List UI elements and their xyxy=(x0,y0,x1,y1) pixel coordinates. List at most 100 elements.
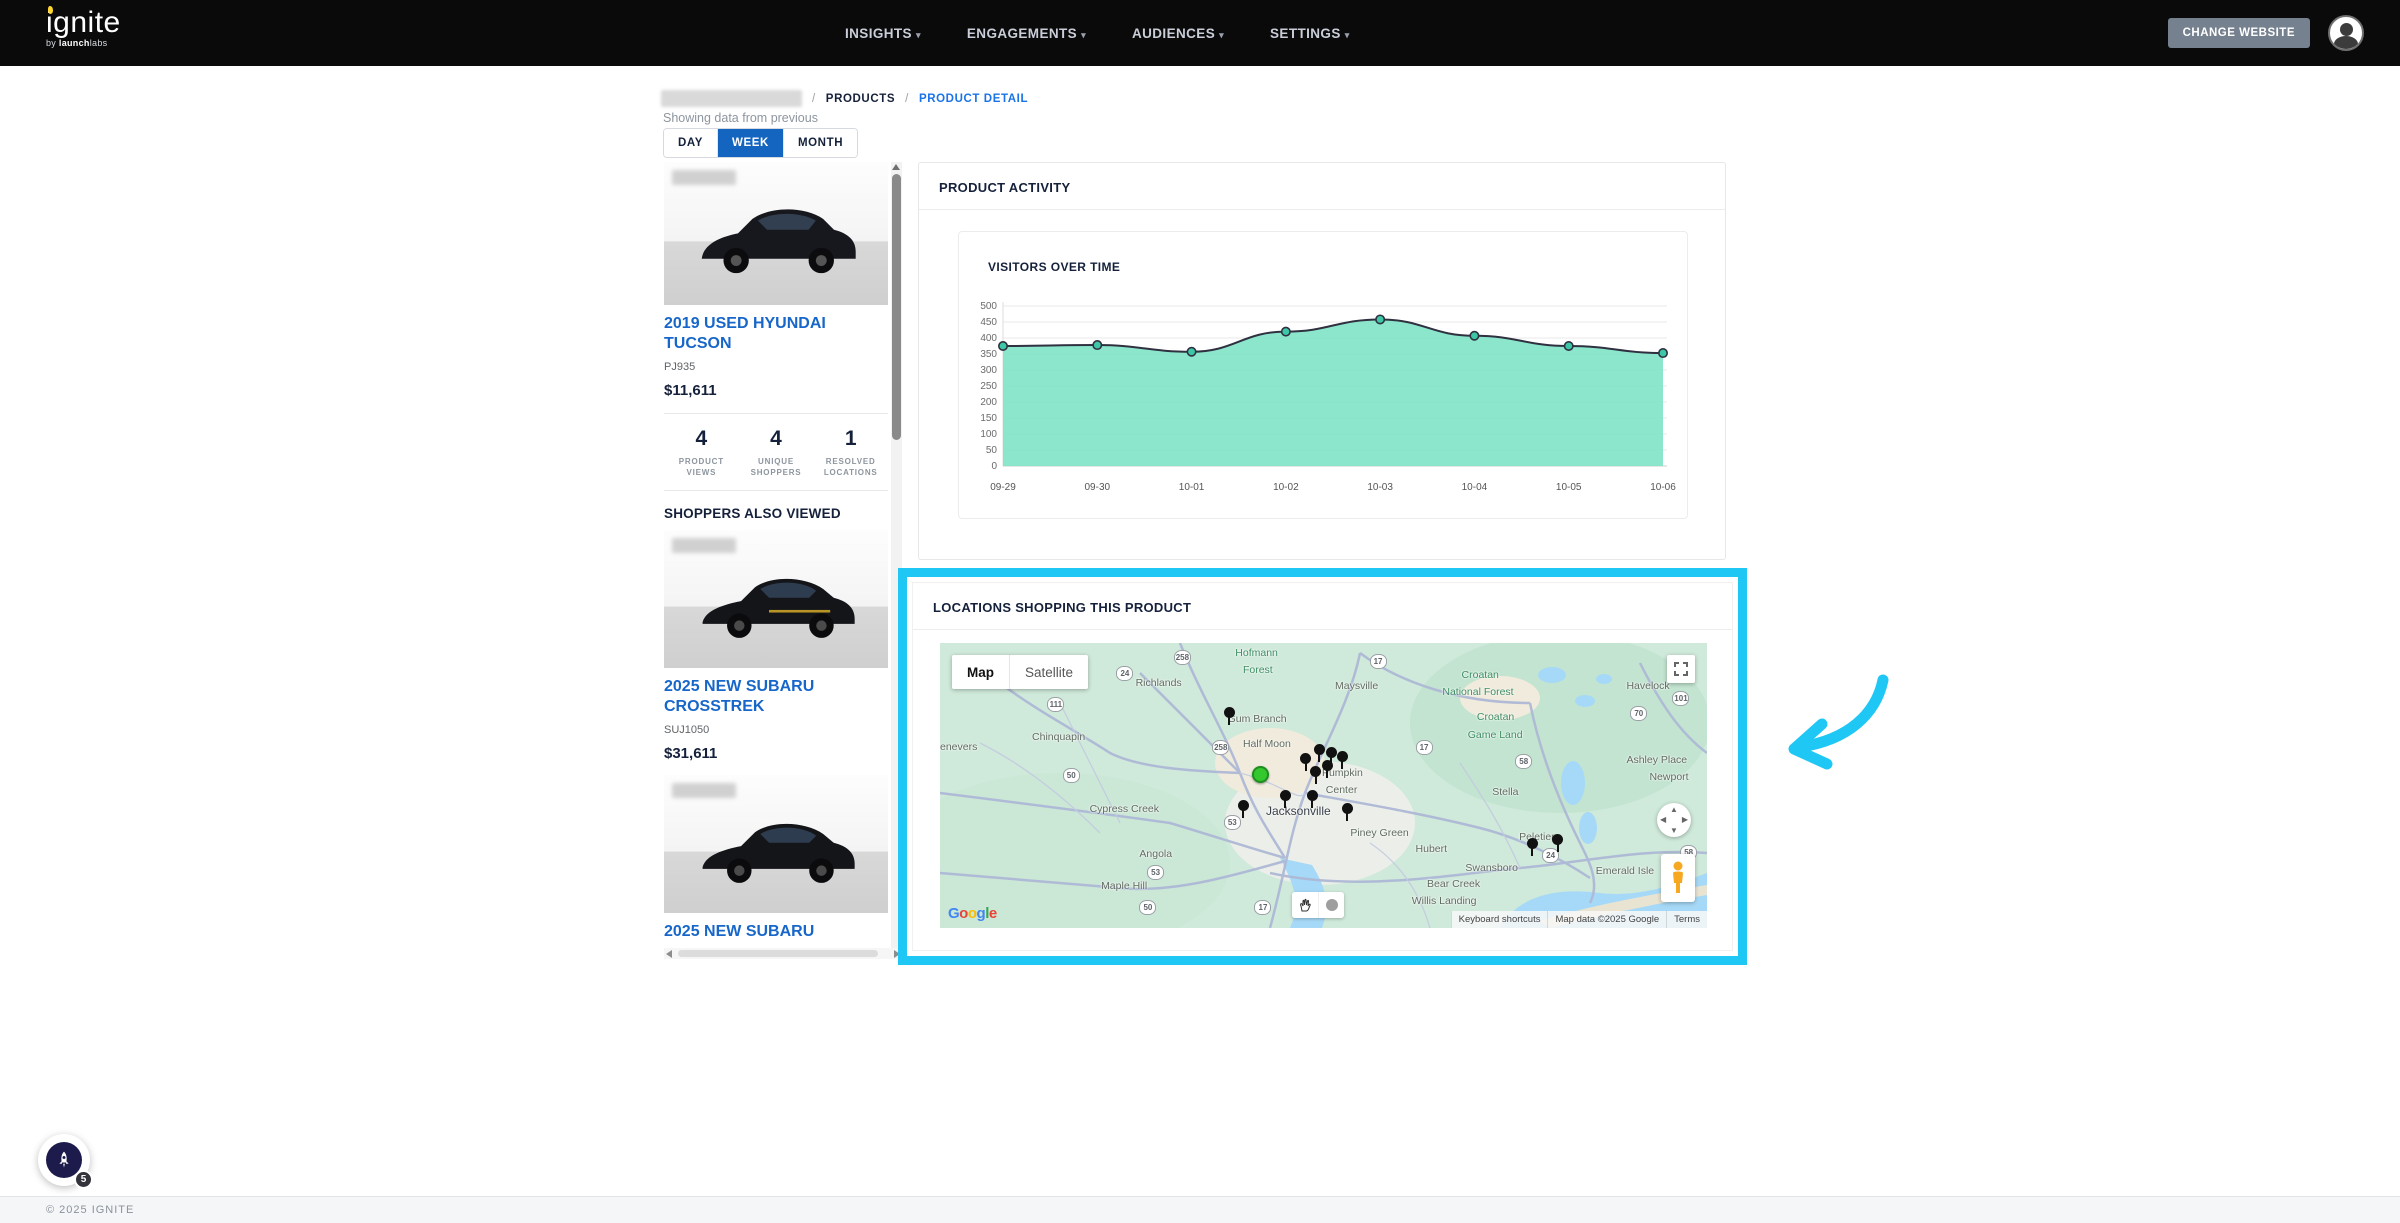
locations-panel: LOCATIONS SHOPPING THIS PRODUCT xyxy=(912,582,1733,951)
route-shield-icon: 58 xyxy=(1515,754,1532,769)
locations-heading: LOCATIONS SHOPPING THIS PRODUCT xyxy=(913,583,1732,630)
shopper-location-pin[interactable] xyxy=(1322,760,1333,778)
route-shield-icon: 50 xyxy=(1139,900,1156,915)
chevron-down-icon: ▾ xyxy=(1219,30,1224,40)
shopper-location-pin[interactable] xyxy=(1337,751,1348,769)
also-viewed-image-1[interactable] xyxy=(664,530,888,668)
menu-insights[interactable]: INSIGHTS▾ xyxy=(845,26,921,41)
breadcrumb-products[interactable]: PRODUCTS xyxy=(826,93,895,105)
route-shield-icon: 70 xyxy=(1630,706,1647,721)
dot-icon xyxy=(1326,899,1338,911)
pan-control[interactable]: ▲ ▼ ◀ ▶ xyxy=(1657,803,1691,837)
resolved-location-marker[interactable] xyxy=(1252,766,1269,783)
route-shield-icon: 53 xyxy=(1147,865,1164,880)
map-place-label: Chinquapin xyxy=(1032,731,1085,743)
redacted-watermark xyxy=(672,783,736,798)
menu-engagements[interactable]: ENGAGEMENTS▾ xyxy=(967,26,1086,41)
chevron-down-icon: ▾ xyxy=(916,30,921,40)
toggle-day[interactable]: DAY xyxy=(664,129,717,157)
map-type-control: Map Satellite xyxy=(952,655,1088,689)
shopper-location-pin[interactable] xyxy=(1342,803,1353,821)
visitors-over-time-chart: 05010015020025030035040045050009-2909-30… xyxy=(959,294,1688,509)
pan-hand-button[interactable] xyxy=(1292,892,1318,918)
map-scale-button[interactable] xyxy=(1318,892,1344,918)
stat-product-views: 4 PRODUCT VIEWS xyxy=(664,427,739,478)
menu-audiences[interactable]: AUDIENCES▾ xyxy=(1132,26,1224,41)
also-viewed-stock-1: SUJ1050 xyxy=(664,724,888,736)
change-website-button[interactable]: CHANGE WEBSITE xyxy=(2168,18,2310,48)
map-place-label: Willis Landing xyxy=(1412,895,1477,907)
map-button[interactable]: Map xyxy=(952,655,1009,689)
product-stats: 4 PRODUCT VIEWS 4 UNIQUE SHOPPERS 1 RESO… xyxy=(664,414,888,490)
horizontal-scrollbar[interactable] xyxy=(664,948,902,959)
chevron-down-icon: ▾ xyxy=(1081,30,1086,40)
also-viewed-title-1[interactable]: 2025 NEW SUBARU CROSSTREK xyxy=(664,677,888,717)
svg-text:10-03: 10-03 xyxy=(1367,482,1393,493)
scroll-up-arrow-icon[interactable] xyxy=(892,164,900,170)
scroll-left-arrow-icon[interactable] xyxy=(666,950,672,958)
assistant-fab[interactable]: 5 xyxy=(38,1134,90,1186)
map-place-label: Havelock xyxy=(1626,680,1669,692)
svg-text:10-06: 10-06 xyxy=(1650,482,1676,493)
brand-subtitle: by launchlabs xyxy=(46,38,176,48)
route-shield-icon: 258 xyxy=(1174,650,1191,665)
map-gesture-control xyxy=(1292,892,1344,918)
satellite-button[interactable]: Satellite xyxy=(1009,655,1088,689)
shopper-location-pin[interactable] xyxy=(1238,800,1249,818)
horizontal-scrollbar-thumb[interactable] xyxy=(678,950,878,957)
product-stock-number: PJ935 xyxy=(664,361,888,373)
user-avatar[interactable] xyxy=(2328,15,2364,51)
hand-icon xyxy=(1298,898,1312,912)
map-place-label: Maple Hill xyxy=(1101,880,1147,892)
also-viewed-price-1: $31,611 xyxy=(664,745,888,762)
brand-logo[interactable]: ignite by launchlabs xyxy=(46,8,176,48)
shopper-location-pin[interactable] xyxy=(1527,838,1538,856)
chart-title: VISITORS OVER TIME xyxy=(988,260,1120,274)
also-viewed-title-2[interactable]: 2025 NEW SUBARU xyxy=(664,922,888,942)
google-map[interactable]: HofmannForestRichlandsMaysvilleCroatanNa… xyxy=(940,643,1707,928)
svg-text:10-04: 10-04 xyxy=(1462,482,1488,493)
svg-text:300: 300 xyxy=(980,365,997,376)
svg-text:10-01: 10-01 xyxy=(1179,482,1205,493)
svg-text:200: 200 xyxy=(980,397,997,408)
svg-text:150: 150 xyxy=(980,413,997,424)
annotation-arrow xyxy=(1778,652,1908,782)
shopper-location-pin[interactable] xyxy=(1307,790,1318,808)
route-shield-icon: 17 xyxy=(1254,900,1271,915)
route-shield-icon: 258 xyxy=(1212,740,1229,755)
shopper-location-pin[interactable] xyxy=(1310,766,1321,784)
menu-settings[interactable]: SETTINGS▾ xyxy=(1270,26,1350,41)
keyboard-shortcuts-link[interactable]: Keyboard shortcuts xyxy=(1451,911,1548,928)
redacted-watermark xyxy=(672,538,736,553)
brand-name: ignite xyxy=(46,8,176,38)
also-viewed-image-2[interactable] xyxy=(664,775,888,913)
shopper-location-pin[interactable] xyxy=(1224,707,1235,725)
pan-down-icon: ▼ xyxy=(1670,826,1678,835)
terms-link[interactable]: Terms xyxy=(1666,911,1707,928)
map-place-label: Croatan xyxy=(1477,711,1514,723)
activity-heading: PRODUCT ACTIVITY xyxy=(919,163,1725,210)
vertical-scrollbar-thumb[interactable] xyxy=(892,174,901,440)
svg-text:350: 350 xyxy=(980,349,997,360)
toggle-week[interactable]: WEEK xyxy=(717,129,783,157)
map-place-label: Hubert xyxy=(1416,843,1448,855)
shopper-location-pin[interactable] xyxy=(1280,790,1291,808)
google-logo[interactable]: Google xyxy=(948,905,997,922)
pegman-control[interactable] xyxy=(1661,854,1695,902)
fullscreen-button[interactable] xyxy=(1667,655,1695,683)
shopper-location-pin[interactable] xyxy=(1552,834,1563,852)
redacted-watermark xyxy=(672,170,736,185)
map-place-label: Cypress Creek xyxy=(1090,803,1159,815)
product-image[interactable] xyxy=(664,162,888,305)
annotation-highlight-box: LOCATIONS SHOPPING THIS PRODUCT xyxy=(898,568,1747,965)
toggle-month[interactable]: MONTH xyxy=(783,129,857,157)
svg-text:0: 0 xyxy=(991,461,997,472)
product-title-link[interactable]: 2019 USED HYUNDAI TUCSON xyxy=(664,314,888,354)
map-place-label: Maysville xyxy=(1335,680,1378,692)
map-place-label: Angola xyxy=(1139,848,1172,860)
product-sidebar: 2019 USED HYUNDAI TUCSON PJ935 $11,611 4… xyxy=(664,162,888,948)
route-shield-icon: 24 xyxy=(1116,666,1133,681)
route-shield-icon: 111 xyxy=(1047,697,1064,712)
car-photo-placeholder xyxy=(670,179,882,288)
stat-resolved-locations: 1 RESOLVED LOCATIONS xyxy=(813,427,888,478)
